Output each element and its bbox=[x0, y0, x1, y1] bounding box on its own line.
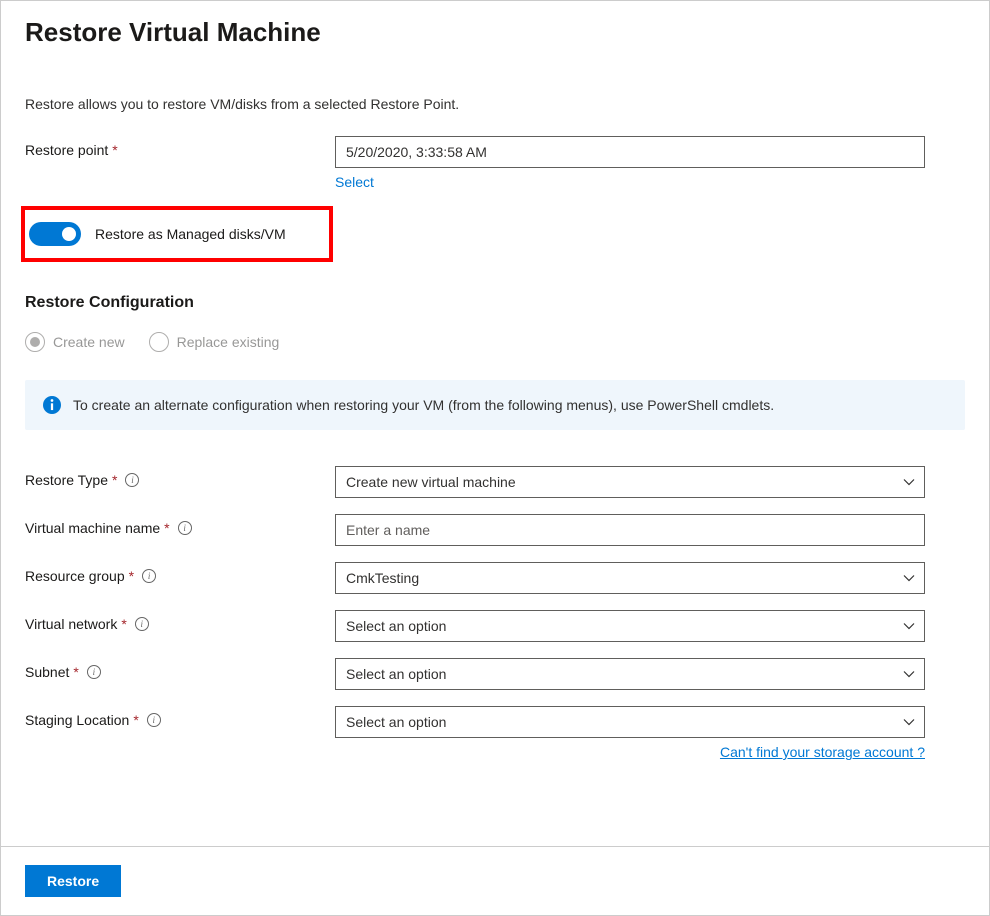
resource-group-label-text: Resource group bbox=[25, 568, 125, 584]
staging-location-label-text: Staging Location bbox=[25, 712, 129, 728]
radio-circle-icon bbox=[149, 332, 169, 352]
restore-point-label-text: Restore point bbox=[25, 142, 108, 158]
resource-group-select[interactable]: CmkTesting bbox=[335, 562, 925, 594]
staging-location-value: Select an option bbox=[335, 706, 925, 738]
subnet-select[interactable]: Select an option bbox=[335, 658, 925, 690]
info-icon[interactable]: i bbox=[147, 713, 161, 727]
required-asterisk: * bbox=[121, 616, 126, 632]
resource-group-value: CmkTesting bbox=[335, 562, 925, 594]
subnet-value: Select an option bbox=[335, 658, 925, 690]
storage-account-help-link[interactable]: Can't find your storage account ? bbox=[720, 744, 925, 760]
staging-location-label: Staging Location * i bbox=[25, 706, 335, 728]
info-icon[interactable]: i bbox=[135, 617, 149, 631]
footer-bar: Restore bbox=[1, 846, 989, 915]
vm-name-label: Virtual machine name * i bbox=[25, 514, 335, 536]
info-message-box: To create an alternate configuration whe… bbox=[25, 380, 965, 430]
virtual-network-select[interactable]: Select an option bbox=[335, 610, 925, 642]
subnet-label: Subnet * i bbox=[25, 658, 335, 680]
page-title: Restore Virtual Machine bbox=[25, 17, 965, 48]
restore-point-label: Restore point * bbox=[25, 136, 335, 158]
managed-disks-highlight: Restore as Managed disks/VM bbox=[21, 206, 333, 262]
restore-config-section-title: Restore Configuration bbox=[25, 294, 965, 312]
required-asterisk: * bbox=[129, 568, 134, 584]
info-message-text: To create an alternate configuration whe… bbox=[73, 397, 774, 413]
restore-type-label-text: Restore Type bbox=[25, 472, 108, 488]
resource-group-label: Resource group * i bbox=[25, 562, 335, 584]
restore-type-label: Restore Type * i bbox=[25, 466, 335, 488]
radio-circle-icon bbox=[25, 332, 45, 352]
virtual-network-label: Virtual network * i bbox=[25, 610, 335, 632]
staging-location-select[interactable]: Select an option bbox=[335, 706, 925, 738]
info-icon[interactable]: i bbox=[87, 665, 101, 679]
restore-point-input[interactable] bbox=[335, 136, 925, 168]
restore-type-select[interactable]: Create new virtual machine bbox=[335, 466, 925, 498]
restore-button[interactable]: Restore bbox=[25, 865, 121, 897]
info-icon[interactable]: i bbox=[125, 473, 139, 487]
info-icon[interactable]: i bbox=[178, 521, 192, 535]
restore-config-radio-group: Create new Replace existing bbox=[25, 332, 965, 352]
subnet-label-text: Subnet bbox=[25, 664, 69, 680]
select-restore-point-link[interactable]: Select bbox=[335, 174, 374, 190]
required-asterisk: * bbox=[73, 664, 78, 680]
radio-replace-existing[interactable]: Replace existing bbox=[149, 332, 280, 352]
managed-disks-toggle-label: Restore as Managed disks/VM bbox=[95, 226, 286, 242]
required-asterisk: * bbox=[112, 472, 117, 488]
info-icon bbox=[43, 396, 61, 414]
info-icon[interactable]: i bbox=[142, 569, 156, 583]
managed-disks-toggle[interactable] bbox=[29, 222, 81, 246]
radio-create-new[interactable]: Create new bbox=[25, 332, 125, 352]
virtual-network-label-text: Virtual network bbox=[25, 616, 117, 632]
required-asterisk: * bbox=[164, 520, 169, 536]
vm-name-label-text: Virtual machine name bbox=[25, 520, 160, 536]
radio-create-new-label: Create new bbox=[53, 334, 125, 350]
radio-replace-existing-label: Replace existing bbox=[177, 334, 280, 350]
virtual-network-value: Select an option bbox=[335, 610, 925, 642]
required-asterisk: * bbox=[133, 712, 138, 728]
required-asterisk: * bbox=[112, 142, 117, 158]
description-text: Restore allows you to restore VM/disks f… bbox=[25, 96, 965, 112]
vm-name-input[interactable] bbox=[335, 514, 925, 546]
restore-type-value: Create new virtual machine bbox=[335, 466, 925, 498]
